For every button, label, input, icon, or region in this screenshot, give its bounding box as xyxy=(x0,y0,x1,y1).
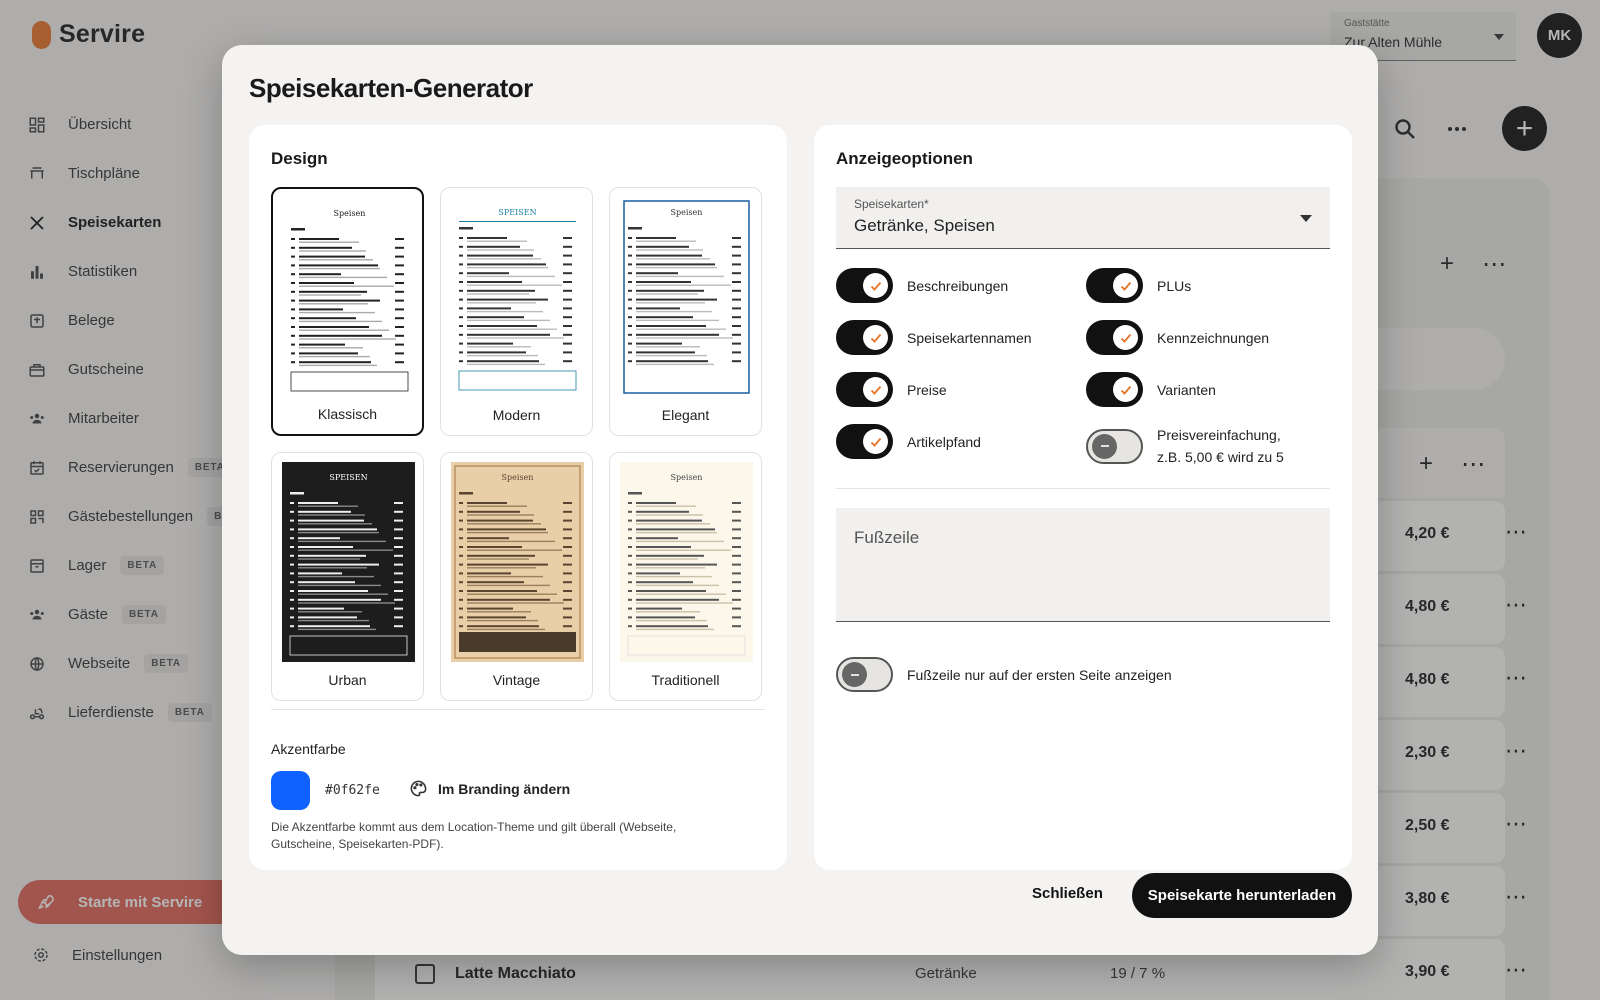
design-preview: Speisen xyxy=(620,197,753,397)
close-button[interactable]: Schließen xyxy=(1032,885,1103,902)
design-preview: SPEISEN xyxy=(451,197,584,397)
option-toggle-label: Speisekartennamen xyxy=(907,329,1032,346)
check-icon xyxy=(1113,273,1138,298)
option-toggle[interactable] xyxy=(836,372,893,407)
design-option-label: Traditionell xyxy=(651,672,720,688)
option-toggle-text: Preise xyxy=(907,379,947,401)
design-option-modern[interactable]: SPEISEN Modern xyxy=(440,187,593,436)
toggle-off-knob-icon xyxy=(842,662,867,687)
accent-color-swatch xyxy=(271,771,310,810)
design-preview: Speisen xyxy=(283,198,416,398)
design-preview: SPEISEN xyxy=(282,462,415,662)
design-option-urban[interactable]: SPEISEN Urban xyxy=(271,452,424,701)
option-toggle[interactable] xyxy=(1086,320,1143,355)
design-option-label: Modern xyxy=(492,407,541,423)
check-icon xyxy=(863,429,888,454)
change-in-branding-link[interactable]: Im Branding ändern xyxy=(409,779,570,798)
option-toggle[interactable] xyxy=(1086,428,1143,464)
option-toggle[interactable] xyxy=(1086,372,1143,407)
design-option-label: Klassisch xyxy=(317,406,378,422)
svg-text:SPEISEN: SPEISEN xyxy=(498,208,536,217)
divider xyxy=(271,709,765,710)
design-option-klassisch[interactable]: Speisen Klassisch xyxy=(271,187,424,436)
check-icon xyxy=(863,325,888,350)
option-toggle-row[interactable]: Kennzeichnungen xyxy=(1086,320,1269,355)
design-preview: Speisen xyxy=(451,462,584,662)
option-toggle-label: PLUs xyxy=(1157,277,1192,294)
design-option-label: Elegant xyxy=(661,407,710,423)
display-options-card: Anzeigeoptionen Speisekarten* Getränke, … xyxy=(814,125,1352,870)
check-icon xyxy=(1113,377,1138,402)
option-toggle-row[interactable]: Preisvereinfachung, z.B. 5,00 € wird zu 5 xyxy=(1086,424,1284,468)
menus-select-label: Speisekarten* xyxy=(854,197,929,211)
option-toggle-text: Varianten xyxy=(1157,379,1216,401)
design-option-traditionell[interactable]: Speisen Traditionell xyxy=(609,452,762,701)
display-options-heading: Anzeigeoptionen xyxy=(836,149,973,168)
option-toggle-text: Speisekartennamen xyxy=(907,327,1032,349)
design-preview: Speisen xyxy=(620,462,753,662)
option-toggle[interactable] xyxy=(836,320,893,355)
design-option-label: Vintage xyxy=(492,672,541,688)
check-icon xyxy=(863,377,888,402)
option-toggle-row[interactable]: PLUs xyxy=(1086,268,1191,303)
option-toggle-label: Kennzeichnungen xyxy=(1157,329,1270,346)
footer-first-page-toggle-row[interactable]: Fußzeile nur auf der ersten Seite anzeig… xyxy=(836,657,1172,692)
option-toggle-row[interactable]: Varianten xyxy=(1086,372,1216,407)
check-icon xyxy=(863,273,888,298)
option-toggle-label: Beschreibungen xyxy=(907,277,1009,294)
option-toggle-row[interactable]: Preise xyxy=(836,372,947,407)
footer-textarea[interactable]: Fußzeile xyxy=(836,508,1330,622)
option-toggle-label: Artikelpfand xyxy=(907,433,981,450)
svg-text:Speisen: Speisen xyxy=(671,473,703,482)
caret-down-icon xyxy=(1300,215,1312,222)
accent-note: Die Akzentfarbe kommt aus dem Location-T… xyxy=(271,820,677,851)
option-toggle[interactable] xyxy=(836,268,893,303)
design-option-label: Urban xyxy=(328,672,367,688)
palette-icon xyxy=(410,780,427,797)
option-toggle-row[interactable]: Beschreibungen xyxy=(836,268,1008,303)
divider xyxy=(836,488,1330,489)
accent-hex: #0f62fe xyxy=(325,783,380,798)
design-option-elegant[interactable]: Speisen Elegant xyxy=(609,187,762,436)
option-toggle-text: Kennzeichnungen xyxy=(1157,327,1269,349)
option-toggle-text: Preisvereinfachung, z.B. 5,00 € wird zu 5 xyxy=(1157,424,1284,468)
check-icon xyxy=(1113,325,1138,350)
option-toggle[interactable] xyxy=(836,424,893,459)
option-toggle-text: PLUs xyxy=(1157,275,1191,297)
design-card: Design Speisen Klassisch SPEISEN Modern Spei… xyxy=(249,125,787,870)
branding-link-label: Im Branding ändern xyxy=(438,780,571,797)
svg-text:Speisen: Speisen xyxy=(671,208,703,217)
menus-select[interactable]: Speisekarten* Getränke, Speisen xyxy=(836,187,1330,249)
option-toggle-row[interactable]: Speisekartennamen xyxy=(836,320,1032,355)
svg-text:Speisen: Speisen xyxy=(334,209,366,218)
design-grid: Speisen Klassisch SPEISEN Modern Speisen Eleg… xyxy=(271,187,762,701)
toggle-off-knob-icon xyxy=(1092,433,1117,459)
design-heading: Design xyxy=(271,149,328,168)
option-toggle-label: Preisvereinfachung, xyxy=(1157,427,1281,443)
download-menu-button[interactable]: Speisekarte herunterladen xyxy=(1132,873,1352,918)
dialog-title: Speisekarten-Generator xyxy=(249,73,533,103)
option-toggle-text: Beschreibungen xyxy=(907,275,1008,297)
menu-generator-dialog: Speisekarten-Generator Design Speisen Kla… xyxy=(222,45,1378,955)
option-toggle-sublabel: z.B. 5,00 € wird zu 5 xyxy=(1157,449,1284,465)
option-toggle-label: Preise xyxy=(907,381,947,398)
accent-heading: Akzentfarbe xyxy=(271,741,346,757)
option-toggle-row[interactable]: Artikelpfand xyxy=(836,424,981,459)
option-toggle-text: Artikelpfand xyxy=(907,431,981,453)
footer-first-page-toggle[interactable] xyxy=(836,657,893,692)
option-toggle-label: Varianten xyxy=(1157,381,1216,398)
menus-select-value: Getränke, Speisen xyxy=(854,216,995,235)
design-option-vintage[interactable]: Speisen Vintage xyxy=(440,452,593,701)
footer-first-page-label: Fußzeile nur auf der ersten Seite anzeig… xyxy=(907,666,1172,683)
svg-text:SPEISEN: SPEISEN xyxy=(329,473,367,482)
svg-text:Speisen: Speisen xyxy=(502,473,534,482)
option-toggle[interactable] xyxy=(1086,268,1143,303)
